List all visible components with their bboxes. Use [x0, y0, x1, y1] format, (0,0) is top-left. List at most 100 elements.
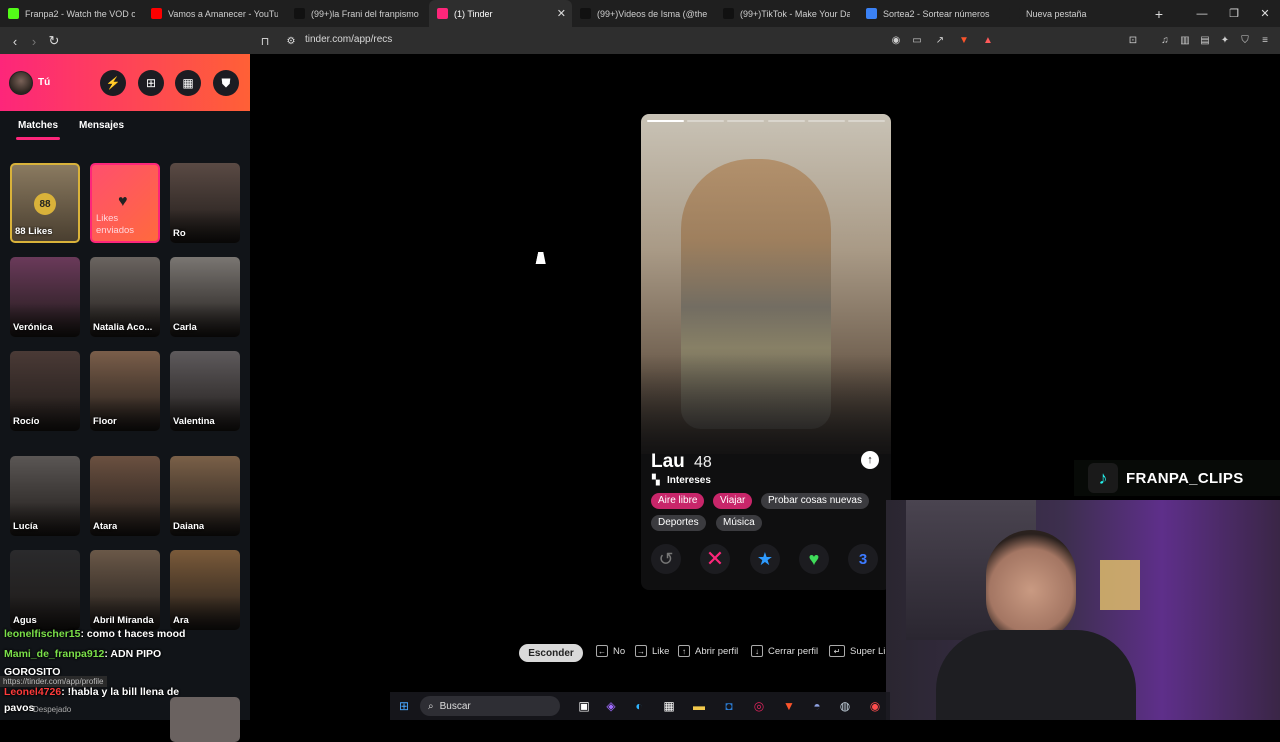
- match-name: Abril Miranda: [93, 615, 154, 626]
- user-label[interactable]: Tú: [38, 77, 50, 88]
- photo-progress-segment[interactable]: [647, 120, 685, 122]
- address-bar: ‹ › ↻ ⊓ ⚙ tinder.com/app/recs ◉ ▭ ↗ ▼ ▲ …: [0, 27, 1280, 54]
- open-profile-arrow-icon[interactable]: ↑: [861, 451, 879, 469]
- restore-icon[interactable]: ❐: [1218, 0, 1250, 27]
- match-card[interactable]: Agus: [10, 550, 80, 630]
- super-like-icon[interactable]: ★: [750, 544, 780, 574]
- search-icon: ⌕: [428, 700, 434, 712]
- sidebar-toggle-icon[interactable]: ⊡: [1126, 33, 1140, 47]
- back-icon[interactable]: ‹: [6, 32, 24, 50]
- app2-icon[interactable]: ◉: [866, 697, 884, 715]
- chat-text: : ADN PIPO: [104, 648, 162, 660]
- site-info-icon[interactable]: ⚙: [282, 32, 300, 50]
- browser-tab-1[interactable]: Vamos a Amanecer - YouTube: [143, 0, 286, 27]
- menu-icon[interactable]: ≡: [1258, 33, 1272, 47]
- explore-icon[interactable]: ⊞: [138, 70, 164, 96]
- interest-chip: Música: [716, 515, 762, 531]
- bookmark-icon[interactable]: ⊓: [256, 32, 274, 50]
- panel-icon[interactable]: ▥: [1178, 33, 1192, 47]
- taskbar-search[interactable]: ⌕ Buscar: [420, 696, 560, 716]
- match-card[interactable]: Natalia Aco...: [90, 257, 160, 337]
- sidebar-tabs: Matches Mensajes: [0, 111, 250, 141]
- reload-icon[interactable]: ↻: [45, 32, 63, 50]
- likes-sent-card[interactable]: ♥ Likes enviados: [90, 163, 160, 243]
- likes-card[interactable]: 88 88 Likes: [10, 163, 80, 243]
- status-url: https://tinder.com/app/profile: [0, 676, 107, 687]
- photo-progress-segment[interactable]: [767, 120, 805, 122]
- browser-tab-6[interactable]: Sortea2 - Sortear números: [858, 0, 1001, 27]
- photo-progress-segment[interactable]: [687, 120, 725, 122]
- match-card[interactable]: Lucía: [10, 456, 80, 536]
- match-name: Rocío: [13, 416, 40, 427]
- match-name: Natalia Aco...: [93, 322, 153, 333]
- copilot-icon[interactable]: ◈: [602, 697, 620, 715]
- shortcut-no-label: No: [613, 645, 626, 657]
- tab-label: (99+)TikTok - Make Your Day: [740, 8, 850, 19]
- browser-tab-5[interactable]: (99+)TikTok - Make Your Day: [715, 0, 858, 27]
- match-card[interactable]: Rocío: [10, 351, 80, 431]
- match-card[interactable]: Atara: [90, 456, 160, 536]
- likes-label: 88 Likes: [15, 226, 53, 237]
- windows-start-icon[interactable]: ⊞: [395, 697, 413, 715]
- browser-tab-2[interactable]: (99+)la Frani del franpismo | Ti: [286, 0, 429, 27]
- match-card[interactable]: Ara: [170, 550, 240, 630]
- store-icon[interactable]: ▦: [660, 697, 678, 715]
- boost-icon[interactable]: ⚡: [100, 70, 126, 96]
- like-icon[interactable]: ♥: [799, 544, 829, 574]
- profile-age: 48: [694, 454, 712, 471]
- browser-tab-4[interactable]: (99+)Videos de Isma (@theism: [572, 0, 715, 27]
- briefcase-icon[interactable]: ▦: [175, 70, 201, 96]
- rewind-icon[interactable]: ↺: [651, 544, 681, 574]
- app-icon[interactable]: ◎: [750, 697, 768, 715]
- shortcut-open-label: Abrir perfil: [695, 645, 739, 657]
- photo-progress-segment[interactable]: [807, 120, 845, 122]
- photo-progress-segment[interactable]: [847, 120, 885, 122]
- tab-close-icon[interactable]: ✕: [557, 7, 566, 20]
- discord-icon[interactable]: ◓: [808, 697, 826, 715]
- match-card[interactable]: Daiana: [170, 456, 240, 536]
- browser-tab-0[interactable]: Franpa2 - Watch the VOD on K: [0, 0, 143, 27]
- outlook-icon[interactable]: ◘: [720, 697, 738, 715]
- rewards-icon[interactable]: ▲: [981, 33, 995, 47]
- match-card[interactable]: Carla: [170, 257, 240, 337]
- edge-icon[interactable]: ◐: [630, 697, 648, 715]
- wallet-icon[interactable]: ▤: [1198, 33, 1212, 47]
- leo-icon[interactable]: ✦: [1218, 33, 1232, 47]
- profile-name: Lau: [651, 451, 685, 472]
- tab-messages[interactable]: Mensajes: [79, 120, 124, 131]
- boost-count[interactable]: 3: [848, 544, 878, 574]
- url-field[interactable]: tinder.com/app/recs: [305, 34, 392, 45]
- shield-icon[interactable]: ⛊: [213, 70, 239, 96]
- share-icon[interactable]: ↗: [933, 33, 947, 47]
- tab-matches[interactable]: Matches: [18, 120, 58, 131]
- steam-icon[interactable]: ◍: [836, 697, 854, 715]
- task-view-icon[interactable]: ▣: [575, 697, 593, 715]
- hide-shortcuts-button[interactable]: Esconder: [519, 644, 583, 662]
- location-icon[interactable]: ◉: [889, 33, 903, 47]
- close-window-icon[interactable]: ✕: [1249, 0, 1280, 27]
- match-card[interactable]: Abril Miranda: [90, 550, 160, 630]
- brave-icon[interactable]: ▼: [780, 697, 798, 715]
- forward-icon[interactable]: ›: [25, 32, 43, 50]
- match-card[interactable]: Ro: [170, 163, 240, 243]
- brave-shield-icon[interactable]: ▼: [957, 33, 971, 47]
- profile-card[interactable]: Lau 48 ↑ ▚ Intereses Aire libre Viajar Pro…: [641, 114, 891, 590]
- browser-tab-7[interactable]: Nueva pestaña: [1001, 0, 1144, 27]
- match-card[interactable]: Floor: [90, 351, 160, 431]
- minimize-icon[interactable]: —: [1186, 0, 1218, 27]
- music-icon[interactable]: ♫: [1158, 33, 1172, 47]
- tab-favicon-icon: [151, 8, 162, 19]
- explorer-icon[interactable]: ▬: [690, 697, 708, 715]
- nope-icon[interactable]: ✕: [700, 544, 730, 574]
- match-card[interactable]: Verónica: [10, 257, 80, 337]
- browser-tab-3[interactable]: (1) Tinder ✕: [429, 0, 572, 27]
- likes-count-badge: 88: [34, 193, 56, 215]
- avatar[interactable]: [9, 71, 33, 95]
- tab-favicon-icon: [294, 8, 305, 19]
- match-card[interactable]: Valentina: [170, 351, 240, 431]
- vpn-icon[interactable]: ⛉: [1238, 33, 1252, 47]
- heart-icon: ♥: [118, 193, 128, 210]
- cast-icon[interactable]: ▭: [910, 33, 924, 47]
- photo-progress-segment[interactable]: [727, 120, 765, 122]
- new-tab-button[interactable]: +: [1143, 0, 1175, 27]
